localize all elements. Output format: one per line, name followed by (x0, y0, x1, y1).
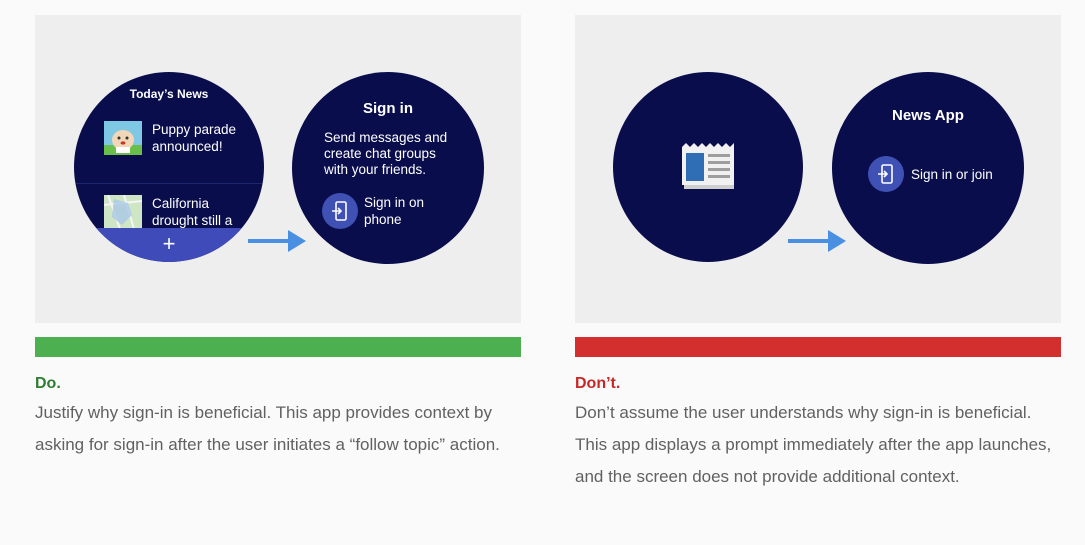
watch-sign-in: Sign in Send messages and create chat gr… (292, 72, 484, 264)
sign-in-or-join-label[interactable]: Sign in or join (911, 167, 1011, 183)
dont-illustration: News App Sign in or join (575, 15, 1061, 323)
watch-news-app-sign-in: News App Sign in or join (832, 72, 1024, 264)
sign-in-on-phone-button[interactable] (322, 193, 358, 229)
phone-sign-in-icon (332, 201, 347, 221)
dont-verdict: Don’t. (575, 375, 621, 392)
dont-description: Don’t assume the user understands why si… (575, 403, 1052, 486)
dont-indicator-bar (575, 337, 1061, 357)
news-item-text: California drought still a (152, 196, 233, 228)
do-verdict: Do. (35, 375, 61, 392)
watch-app-launch (613, 72, 803, 262)
watch-title: Today’s News (129, 87, 209, 101)
map-thumbnail-icon (103, 194, 143, 230)
watch-today-news: Today’s News Puppy parade announced! Cal… (74, 72, 264, 262)
puppy-thumbnail-icon (104, 121, 142, 155)
sign-in-or-join-button[interactable] (868, 156, 904, 192)
watch-title: Sign in (363, 100, 413, 117)
add-button[interactable]: + (74, 228, 264, 262)
dont-card: News App Sign in or join Don’t. Don’t as… (575, 15, 1061, 493)
sign-in-on-phone-label[interactable]: Sign in on phone (364, 194, 434, 228)
phone-sign-in-icon (878, 164, 893, 184)
news-item-text: Puppy parade announced! (152, 122, 237, 154)
news-list-item[interactable]: California drought still a (103, 194, 242, 230)
do-illustration: Today’s News Puppy parade announced! Cal… (35, 15, 521, 323)
newspaper-icon (682, 143, 734, 189)
do-card: Today’s News Puppy parade announced! Cal… (35, 15, 521, 461)
flow-arrow-icon (248, 230, 306, 252)
watch-title: News App (892, 107, 964, 124)
do-indicator-bar (35, 337, 521, 357)
list-divider (74, 183, 264, 184)
do-description: Justify why sign-in is beneficial. This … (35, 403, 500, 454)
news-list-item[interactable]: Puppy parade announced! (104, 121, 237, 155)
flow-arrow-icon (788, 230, 846, 252)
sign-in-explanation: Send messages and create chat groups wit… (324, 130, 448, 177)
